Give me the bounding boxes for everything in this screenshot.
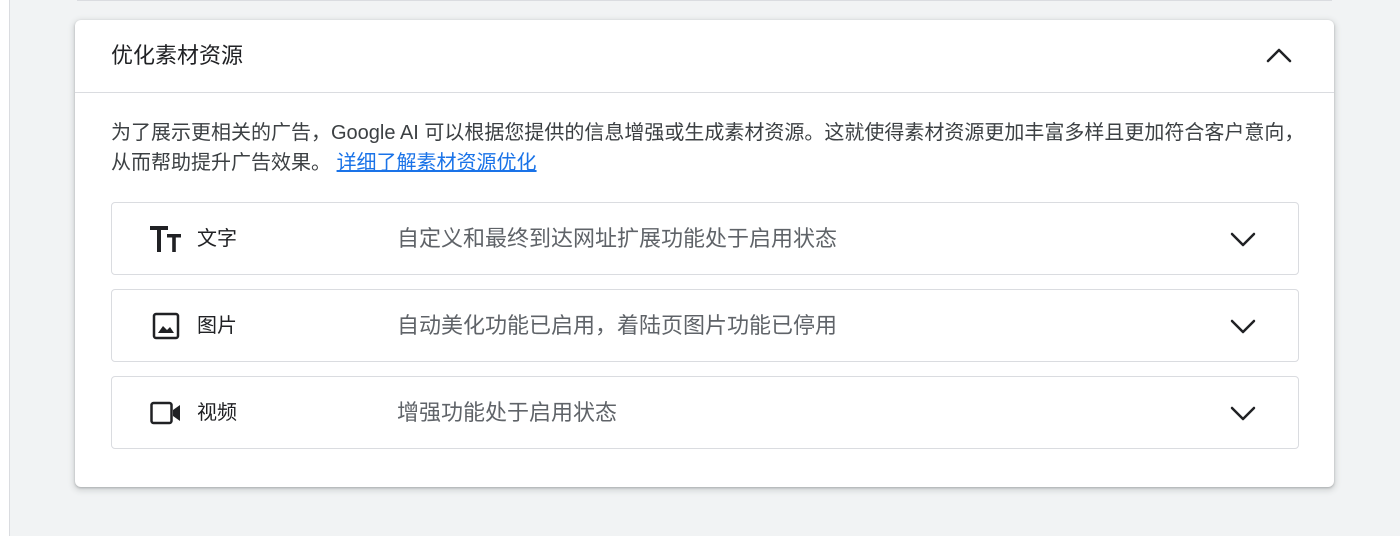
asset-row-label: 文字 xyxy=(197,228,237,250)
asset-row-status: 自定义和最终到达网址扩展功能处于启用状态 xyxy=(397,226,838,251)
asset-row-status: 自动美化功能已启用，着陆页图片功能已停用 xyxy=(397,313,838,338)
collapse-button[interactable] xyxy=(1264,42,1294,72)
panel-header[interactable]: 优化素材资源 xyxy=(75,20,1334,93)
asset-row-status: 增强功能处于启用状态 xyxy=(397,400,618,425)
learn-more-link[interactable]: 详细了解素材资源优化 xyxy=(337,152,537,174)
optimize-assets-panel: 优化素材资源 为了展示更相关的广告，Google AI 可以根据您提供的信息增强… xyxy=(75,20,1334,487)
description-text: 为了展示更相关的广告，Google AI 可以根据您提供的信息增强或生成素材资源… xyxy=(111,122,1305,174)
asset-row-text[interactable]: 文字 自定义和最终到达网址扩展功能处于启用状态 xyxy=(111,202,1299,275)
asset-row-image[interactable]: 图片 自动美化功能已启用，着陆页图片功能已停用 xyxy=(111,289,1299,362)
chevron-down-icon[interactable] xyxy=(1228,312,1258,342)
panel-title: 优化素材资源 xyxy=(111,43,244,68)
previous-card-edge xyxy=(77,0,1332,1)
text-format-icon xyxy=(150,225,182,253)
left-rail xyxy=(0,0,10,536)
video-icon xyxy=(150,399,182,427)
panel-description: 为了展示更相关的广告，Google AI 可以根据您提供的信息增强或生成素材资源… xyxy=(111,118,1306,178)
asset-row-video[interactable]: 视频 增强功能处于启用状态 xyxy=(111,376,1299,449)
chevron-down-icon[interactable] xyxy=(1228,225,1258,255)
asset-row-label: 图片 xyxy=(197,315,237,337)
chevron-down-icon[interactable] xyxy=(1228,399,1258,429)
asset-type-list: 文字 自定义和最终到达网址扩展功能处于启用状态 图片 自动美化功能已启用，着陆页… xyxy=(111,202,1299,463)
asset-row-label: 视频 xyxy=(197,402,237,424)
image-icon xyxy=(150,312,182,340)
chevron-up-icon xyxy=(1266,47,1292,68)
